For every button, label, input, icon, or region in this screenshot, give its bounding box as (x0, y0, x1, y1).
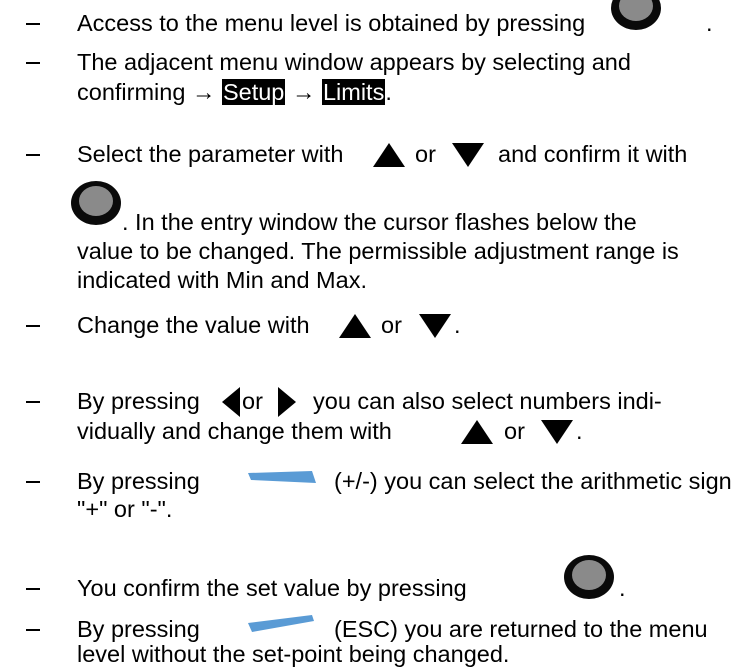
list-dash (26, 401, 40, 403)
dial-button-icon[interactable] (563, 554, 615, 600)
instruction-5-period: . (576, 418, 583, 444)
list-dash (26, 62, 40, 64)
instruction-5-or-2: or (504, 418, 525, 444)
down-arrow-icon[interactable] (418, 313, 452, 339)
list-dash (26, 23, 40, 25)
instruction-7-period: . (619, 575, 626, 601)
sign-softkey-icon[interactable] (248, 471, 316, 485)
dial-button-icon[interactable] (70, 180, 122, 226)
instruction-3-text-d: value to be changed. The permissible adj… (77, 238, 679, 264)
list-dash (26, 481, 40, 483)
list-dash (26, 325, 40, 327)
esc-softkey-icon[interactable] (248, 615, 316, 633)
arrow-text: → (291, 79, 316, 105)
up-arrow-icon[interactable] (338, 313, 372, 339)
up-arrow-icon[interactable] (372, 142, 406, 168)
list-dash (26, 629, 40, 631)
instruction-5-text-c: vidually and change them with (77, 418, 392, 444)
instruction-3-text-b: and confirm it with (498, 141, 688, 167)
limits-menu-item[interactable]: Limits (321, 79, 386, 105)
instruction-1-text-b: . (706, 10, 713, 36)
instruction-1-text-a: Access to the menu level is obtained by … (77, 10, 586, 36)
instruction-2-line-1: The adjacent menu window appears by sele… (77, 49, 631, 75)
instruction-3-text-e: indicated with Min and Max. (77, 267, 367, 293)
down-arrow-icon[interactable] (540, 419, 574, 445)
down-arrow-icon[interactable] (451, 142, 485, 168)
list-dash (26, 588, 40, 590)
left-arrow-icon[interactable] (221, 386, 241, 418)
instruction-6-text-b: (+/-) you can select the arithmetic sign (334, 468, 732, 494)
dial-button-icon[interactable] (610, 0, 662, 30)
list-dash (26, 154, 40, 156)
instruction-4-or: or (381, 312, 402, 338)
setup-menu-item[interactable]: Setup (221, 79, 286, 105)
instruction-3-or: or (415, 141, 436, 167)
instruction-8-text-a: By pressing (77, 616, 200, 642)
instruction-3-text-c: . In the entry window the cursor flashes… (122, 209, 637, 235)
instruction-4-text-a: Change the value with (77, 312, 310, 338)
right-arrow-icon[interactable] (277, 386, 297, 418)
instruction-4-period: . (454, 312, 461, 338)
confirming-text: confirming → (77, 79, 216, 105)
instruction-5-text-a: By pressing (77, 388, 200, 414)
up-arrow-icon[interactable] (460, 419, 494, 445)
instruction-2-line-2: confirming → Setup → Limits. (77, 78, 392, 106)
instruction-3-text-a: Select the parameter with (77, 141, 344, 167)
period-text: . (385, 79, 392, 105)
instruction-5-text-b: you can also select numbers indi- (313, 388, 662, 414)
instruction-6-text-a: By pressing (77, 468, 200, 494)
instruction-8-text-b: (ESC) you are returned to the menu (334, 616, 708, 642)
instruction-6-text-c: "+" or "-". (77, 496, 173, 522)
instruction-7-text-a: You confirm the set value by pressing (77, 575, 467, 601)
instruction-5-or: or (242, 388, 263, 414)
